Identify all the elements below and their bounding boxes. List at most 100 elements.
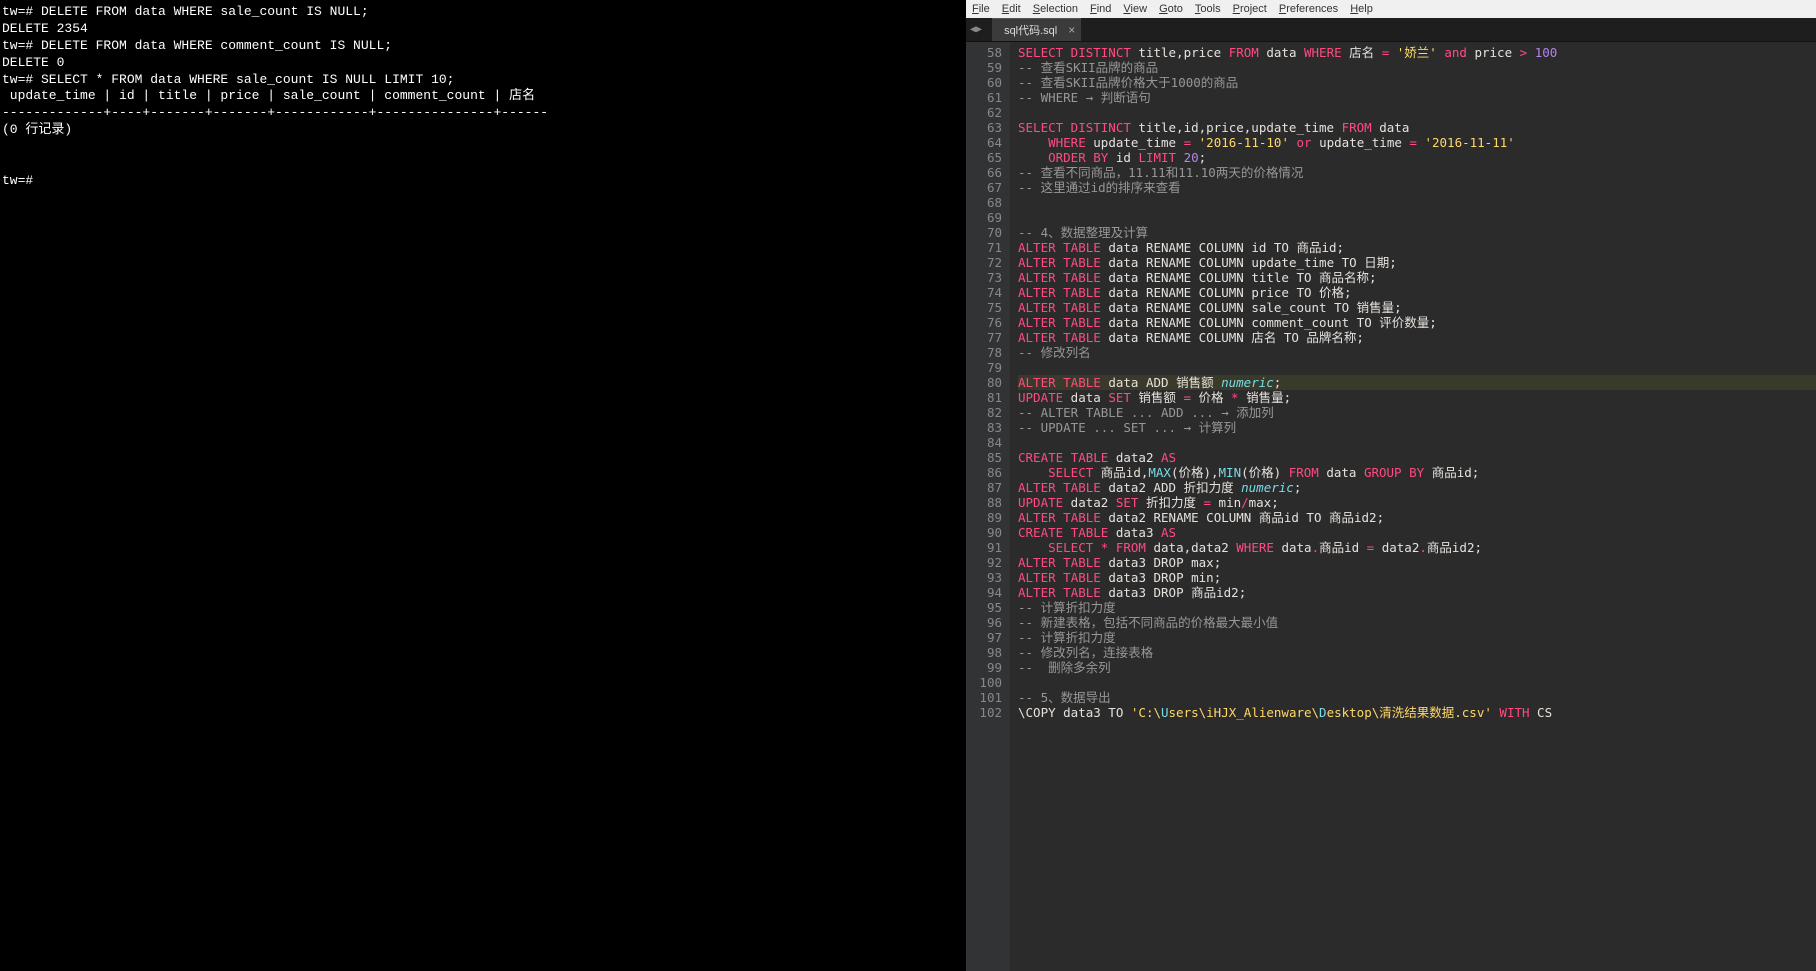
menu-view[interactable]: View bbox=[1123, 3, 1147, 15]
line-number: 88 bbox=[966, 495, 1002, 510]
code-line[interactable]: -- 这里通过id的排序来查看 bbox=[1018, 180, 1816, 195]
line-number: 82 bbox=[966, 405, 1002, 420]
line-number: 81 bbox=[966, 390, 1002, 405]
line-number: 80 bbox=[966, 375, 1002, 390]
tab-nav-arrows[interactable]: ◀ ▶ bbox=[966, 18, 986, 41]
code-line[interactable]: -- 计算折扣力度 bbox=[1018, 630, 1816, 645]
line-number: 102 bbox=[966, 705, 1002, 720]
menu-project[interactable]: Project bbox=[1233, 3, 1267, 15]
code-line[interactable]: UPDATE data SET 销售额 = 价格 * 销售量; bbox=[1018, 390, 1816, 405]
line-number: 66 bbox=[966, 165, 1002, 180]
code-line[interactable]: ALTER TABLE data2 RENAME COLUMN 商品id TO … bbox=[1018, 510, 1816, 525]
line-number-gutter: 5859606162636465666768697071727374757677… bbox=[966, 42, 1010, 971]
line-number: 96 bbox=[966, 615, 1002, 630]
code-line[interactable] bbox=[1018, 210, 1816, 225]
line-number: 91 bbox=[966, 540, 1002, 555]
line-number: 94 bbox=[966, 585, 1002, 600]
code-line[interactable] bbox=[1018, 105, 1816, 120]
code-line[interactable]: -- 新建表格，包括不同商品的价格最大最小值 bbox=[1018, 615, 1816, 630]
line-number: 60 bbox=[966, 75, 1002, 90]
code-line[interactable] bbox=[1018, 195, 1816, 210]
code-line[interactable]: UPDATE data2 SET 折扣力度 = min/max; bbox=[1018, 495, 1816, 510]
code-line[interactable]: -- 查看不同商品，11.11和11.10两天的价格情况 bbox=[1018, 165, 1816, 180]
code-content[interactable]: SELECT DISTINCT title,price FROM data WH… bbox=[1010, 42, 1816, 971]
code-line[interactable]: CREATE TABLE data3 AS bbox=[1018, 525, 1816, 540]
menu-preferences[interactable]: Preferences bbox=[1279, 3, 1338, 15]
terminal-output: tw=# DELETE FROM data WHERE sale_count I… bbox=[2, 4, 548, 188]
code-line[interactable]: SELECT 商品id,MAX(价格),MIN(价格) FROM data GR… bbox=[1018, 465, 1816, 480]
code-line[interactable]: -- 5、数据导出 bbox=[1018, 690, 1816, 705]
menu-find[interactable]: Find bbox=[1090, 3, 1111, 15]
line-number: 90 bbox=[966, 525, 1002, 540]
code-line[interactable]: SELECT DISTINCT title,id,price,update_ti… bbox=[1018, 120, 1816, 135]
menu-file[interactable]: File bbox=[972, 3, 990, 15]
tab-label: sql代码.sql bbox=[1004, 22, 1057, 38]
code-line[interactable]: -- 计算折扣力度 bbox=[1018, 600, 1816, 615]
code-line[interactable]: \COPY data3 TO 'C:\Users\iHJX_Alienware\… bbox=[1018, 705, 1816, 720]
line-number: 62 bbox=[966, 105, 1002, 120]
line-number: 93 bbox=[966, 570, 1002, 585]
tab-bar: ◀ ▶ sql代码.sql × bbox=[966, 18, 1816, 42]
code-line[interactable]: -- WHERE → 判断语句 bbox=[1018, 90, 1816, 105]
menu-goto[interactable]: Goto bbox=[1159, 3, 1183, 15]
code-line[interactable]: -- 4、数据整理及计算 bbox=[1018, 225, 1816, 240]
line-number: 99 bbox=[966, 660, 1002, 675]
line-number: 100 bbox=[966, 675, 1002, 690]
code-line[interactable]: SELECT DISTINCT title,price FROM data WH… bbox=[1018, 45, 1816, 60]
code-line[interactable]: -- ALTER TABLE ... ADD ... → 添加列 bbox=[1018, 405, 1816, 420]
menu-help[interactable]: Help bbox=[1350, 3, 1373, 15]
code-line[interactable]: CREATE TABLE data2 AS bbox=[1018, 450, 1816, 465]
menu-edit[interactable]: Edit bbox=[1002, 3, 1021, 15]
code-line[interactable]: -- 删除多余列 bbox=[1018, 660, 1816, 675]
line-number: 83 bbox=[966, 420, 1002, 435]
code-line[interactable]: ALTER TABLE data RENAME COLUMN comment_c… bbox=[1018, 315, 1816, 330]
editor-pane: File Edit Selection Find View Goto Tools Projec… bbox=[966, 0, 1816, 971]
line-number: 95 bbox=[966, 600, 1002, 615]
line-number: 68 bbox=[966, 195, 1002, 210]
code-line[interactable] bbox=[1018, 675, 1816, 690]
line-number: 92 bbox=[966, 555, 1002, 570]
line-number: 74 bbox=[966, 285, 1002, 300]
code-line[interactable]: ALTER TABLE data2 ADD 折扣力度 numeric; bbox=[1018, 480, 1816, 495]
line-number: 76 bbox=[966, 315, 1002, 330]
line-number: 61 bbox=[966, 90, 1002, 105]
line-number: 58 bbox=[966, 45, 1002, 60]
menu-tools[interactable]: Tools bbox=[1195, 3, 1221, 15]
code-line[interactable] bbox=[1018, 360, 1816, 375]
code-line[interactable]: -- UPDATE ... SET ... → 计算列 bbox=[1018, 420, 1816, 435]
tab-active[interactable]: sql代码.sql × bbox=[992, 18, 1081, 41]
code-line[interactable]: ALTER TABLE data RENAME COLUMN price TO … bbox=[1018, 285, 1816, 300]
line-number: 97 bbox=[966, 630, 1002, 645]
line-number: 64 bbox=[966, 135, 1002, 150]
code-line[interactable]: ALTER TABLE data RENAME COLUMN 店名 TO 品牌名… bbox=[1018, 330, 1816, 345]
line-number: 89 bbox=[966, 510, 1002, 525]
menu-selection[interactable]: Selection bbox=[1033, 3, 1078, 15]
line-number: 78 bbox=[966, 345, 1002, 360]
code-line[interactable]: ALTER TABLE data RENAME COLUMN update_ti… bbox=[1018, 255, 1816, 270]
line-number: 101 bbox=[966, 690, 1002, 705]
code-line[interactable]: ALTER TABLE data RENAME COLUMN sale_coun… bbox=[1018, 300, 1816, 315]
code-line[interactable]: ALTER TABLE data ADD 销售额 numeric; bbox=[1018, 375, 1816, 390]
code-line[interactable]: -- 修改列名 bbox=[1018, 345, 1816, 360]
line-number: 77 bbox=[966, 330, 1002, 345]
code-area[interactable]: 5859606162636465666768697071727374757677… bbox=[966, 42, 1816, 971]
code-line[interactable]: SELECT * FROM data,data2 WHERE data.商品id… bbox=[1018, 540, 1816, 555]
code-line[interactable]: -- 修改列名，连接表格 bbox=[1018, 645, 1816, 660]
code-line[interactable]: ORDER BY id LIMIT 20; bbox=[1018, 150, 1816, 165]
menu-bar: File Edit Selection Find View Goto Tools Projec… bbox=[966, 0, 1816, 18]
terminal-pane[interactable]: tw=# DELETE FROM data WHERE sale_count I… bbox=[0, 0, 966, 971]
code-line[interactable]: -- 查看SKII品牌的商品 bbox=[1018, 60, 1816, 75]
code-line[interactable]: -- 查看SKII品牌价格大于1000的商品 bbox=[1018, 75, 1816, 90]
code-line[interactable]: WHERE update_time = '2016-11-10' or upda… bbox=[1018, 135, 1816, 150]
line-number: 65 bbox=[966, 150, 1002, 165]
tab-next-icon[interactable]: ▶ bbox=[976, 24, 982, 36]
close-icon[interactable]: × bbox=[1068, 23, 1075, 37]
code-line[interactable]: ALTER TABLE data3 DROP max; bbox=[1018, 555, 1816, 570]
code-line[interactable]: ALTER TABLE data RENAME COLUMN id TO 商品i… bbox=[1018, 240, 1816, 255]
code-line[interactable]: ALTER TABLE data RENAME COLUMN title TO … bbox=[1018, 270, 1816, 285]
code-line[interactable]: ALTER TABLE data3 DROP 商品id2; bbox=[1018, 585, 1816, 600]
line-number: 86 bbox=[966, 465, 1002, 480]
code-line[interactable] bbox=[1018, 435, 1816, 450]
code-line[interactable]: ALTER TABLE data3 DROP min; bbox=[1018, 570, 1816, 585]
line-number: 63 bbox=[966, 120, 1002, 135]
